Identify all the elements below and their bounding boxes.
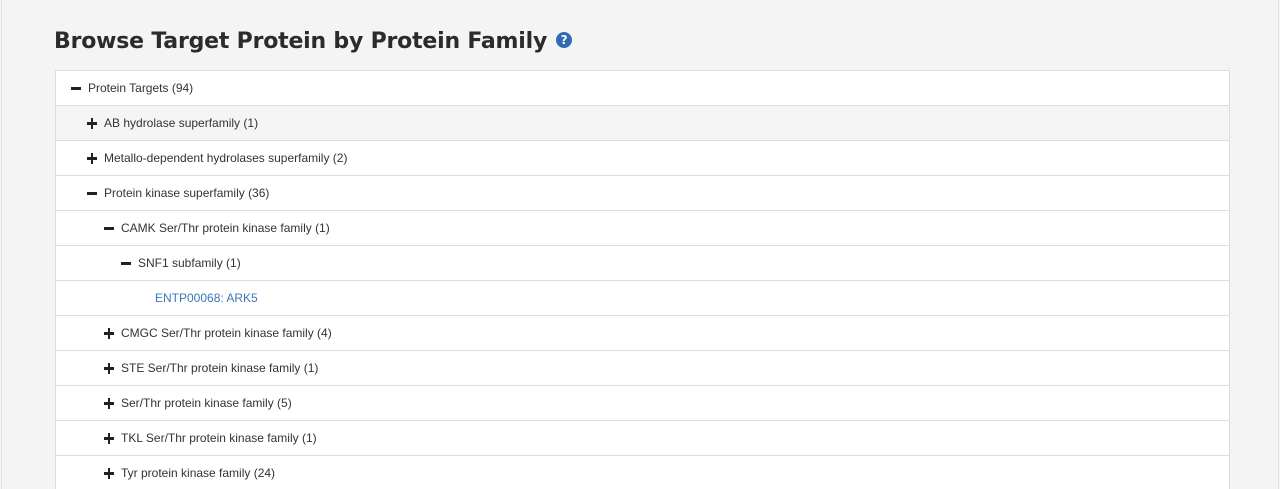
tree-node-label: TKL Ser/Thr protein kinase family (1) <box>121 431 317 445</box>
tree-node-label: CMGC Ser/Thr protein kinase family (4) <box>121 326 332 340</box>
question-circle-icon[interactable]: ? <box>556 32 573 48</box>
tree-node-protein-kinase[interactable]: Protein kinase superfamily (36) <box>56 176 1229 211</box>
collapse-minus-icon[interactable] <box>104 223 114 233</box>
expand-plus-icon[interactable] <box>104 328 114 339</box>
page-container: Browse Target Protein by Protein Family … <box>1 0 1279 489</box>
tree-node-label: Tyr protein kinase family (24) <box>121 466 276 480</box>
tree-node-label: SNF1 subfamily (1) <box>138 256 241 270</box>
tree-node-tkl[interactable]: TKL Ser/Thr protein kinase family (1) <box>56 421 1229 456</box>
expand-plus-icon[interactable] <box>87 118 97 129</box>
title-row: Browse Target Protein by Protein Family … <box>54 24 573 58</box>
tree-node-label: STE Ser/Thr protein kinase family (1) <box>121 361 319 375</box>
tree-node-label: Protein kinase superfamily (36) <box>104 186 270 200</box>
tree-node-label: Metallo-dependent hydrolases superfamily… <box>104 151 348 165</box>
expand-plus-icon[interactable] <box>104 468 114 479</box>
expand-plus-icon[interactable] <box>104 398 114 409</box>
tree-node-ab-hydrolase[interactable]: AB hydrolase superfamily (1) <box>56 106 1229 141</box>
collapse-minus-icon[interactable] <box>87 188 97 198</box>
expand-plus-icon[interactable] <box>87 153 97 164</box>
target-link-ark5[interactable]: ENTP00068: ARK5 <box>155 291 258 305</box>
collapse-minus-icon[interactable] <box>121 258 131 268</box>
tree-node-ser-thr[interactable]: Ser/Thr protein kinase family (5) <box>56 386 1229 421</box>
page-title: Browse Target Protein by Protein Family <box>54 28 548 54</box>
expand-plus-icon[interactable] <box>104 433 114 444</box>
tree-node-camk[interactable]: CAMK Ser/Thr protein kinase family (1) <box>56 211 1229 246</box>
tree-node-label: Protein Targets (94) <box>88 81 194 95</box>
tree-node-label: AB hydrolase superfamily (1) <box>104 116 259 130</box>
tree-node-metallo-dependent-hydrolases[interactable]: Metallo-dependent hydrolases superfamily… <box>56 141 1229 176</box>
protein-family-tree: Protein Targets (94) AB hydrolase superf… <box>55 70 1230 489</box>
tree-node-tyr[interactable]: Tyr protein kinase family (24) <box>56 456 1229 489</box>
tree-leaf-ark5: ENTP00068: ARK5 <box>56 281 1229 316</box>
tree-node-label: Ser/Thr protein kinase family (5) <box>121 396 292 410</box>
tree-node-ste[interactable]: STE Ser/Thr protein kinase family (1) <box>56 351 1229 386</box>
tree-node-label: CAMK Ser/Thr protein kinase family (1) <box>121 221 330 235</box>
tree-node-snf1[interactable]: SNF1 subfamily (1) <box>56 246 1229 281</box>
tree-node-cmgc[interactable]: CMGC Ser/Thr protein kinase family (4) <box>56 316 1229 351</box>
expand-plus-icon[interactable] <box>104 363 114 374</box>
tree-node-protein-targets[interactable]: Protein Targets (94) <box>56 71 1229 106</box>
collapse-minus-icon[interactable] <box>71 83 81 93</box>
